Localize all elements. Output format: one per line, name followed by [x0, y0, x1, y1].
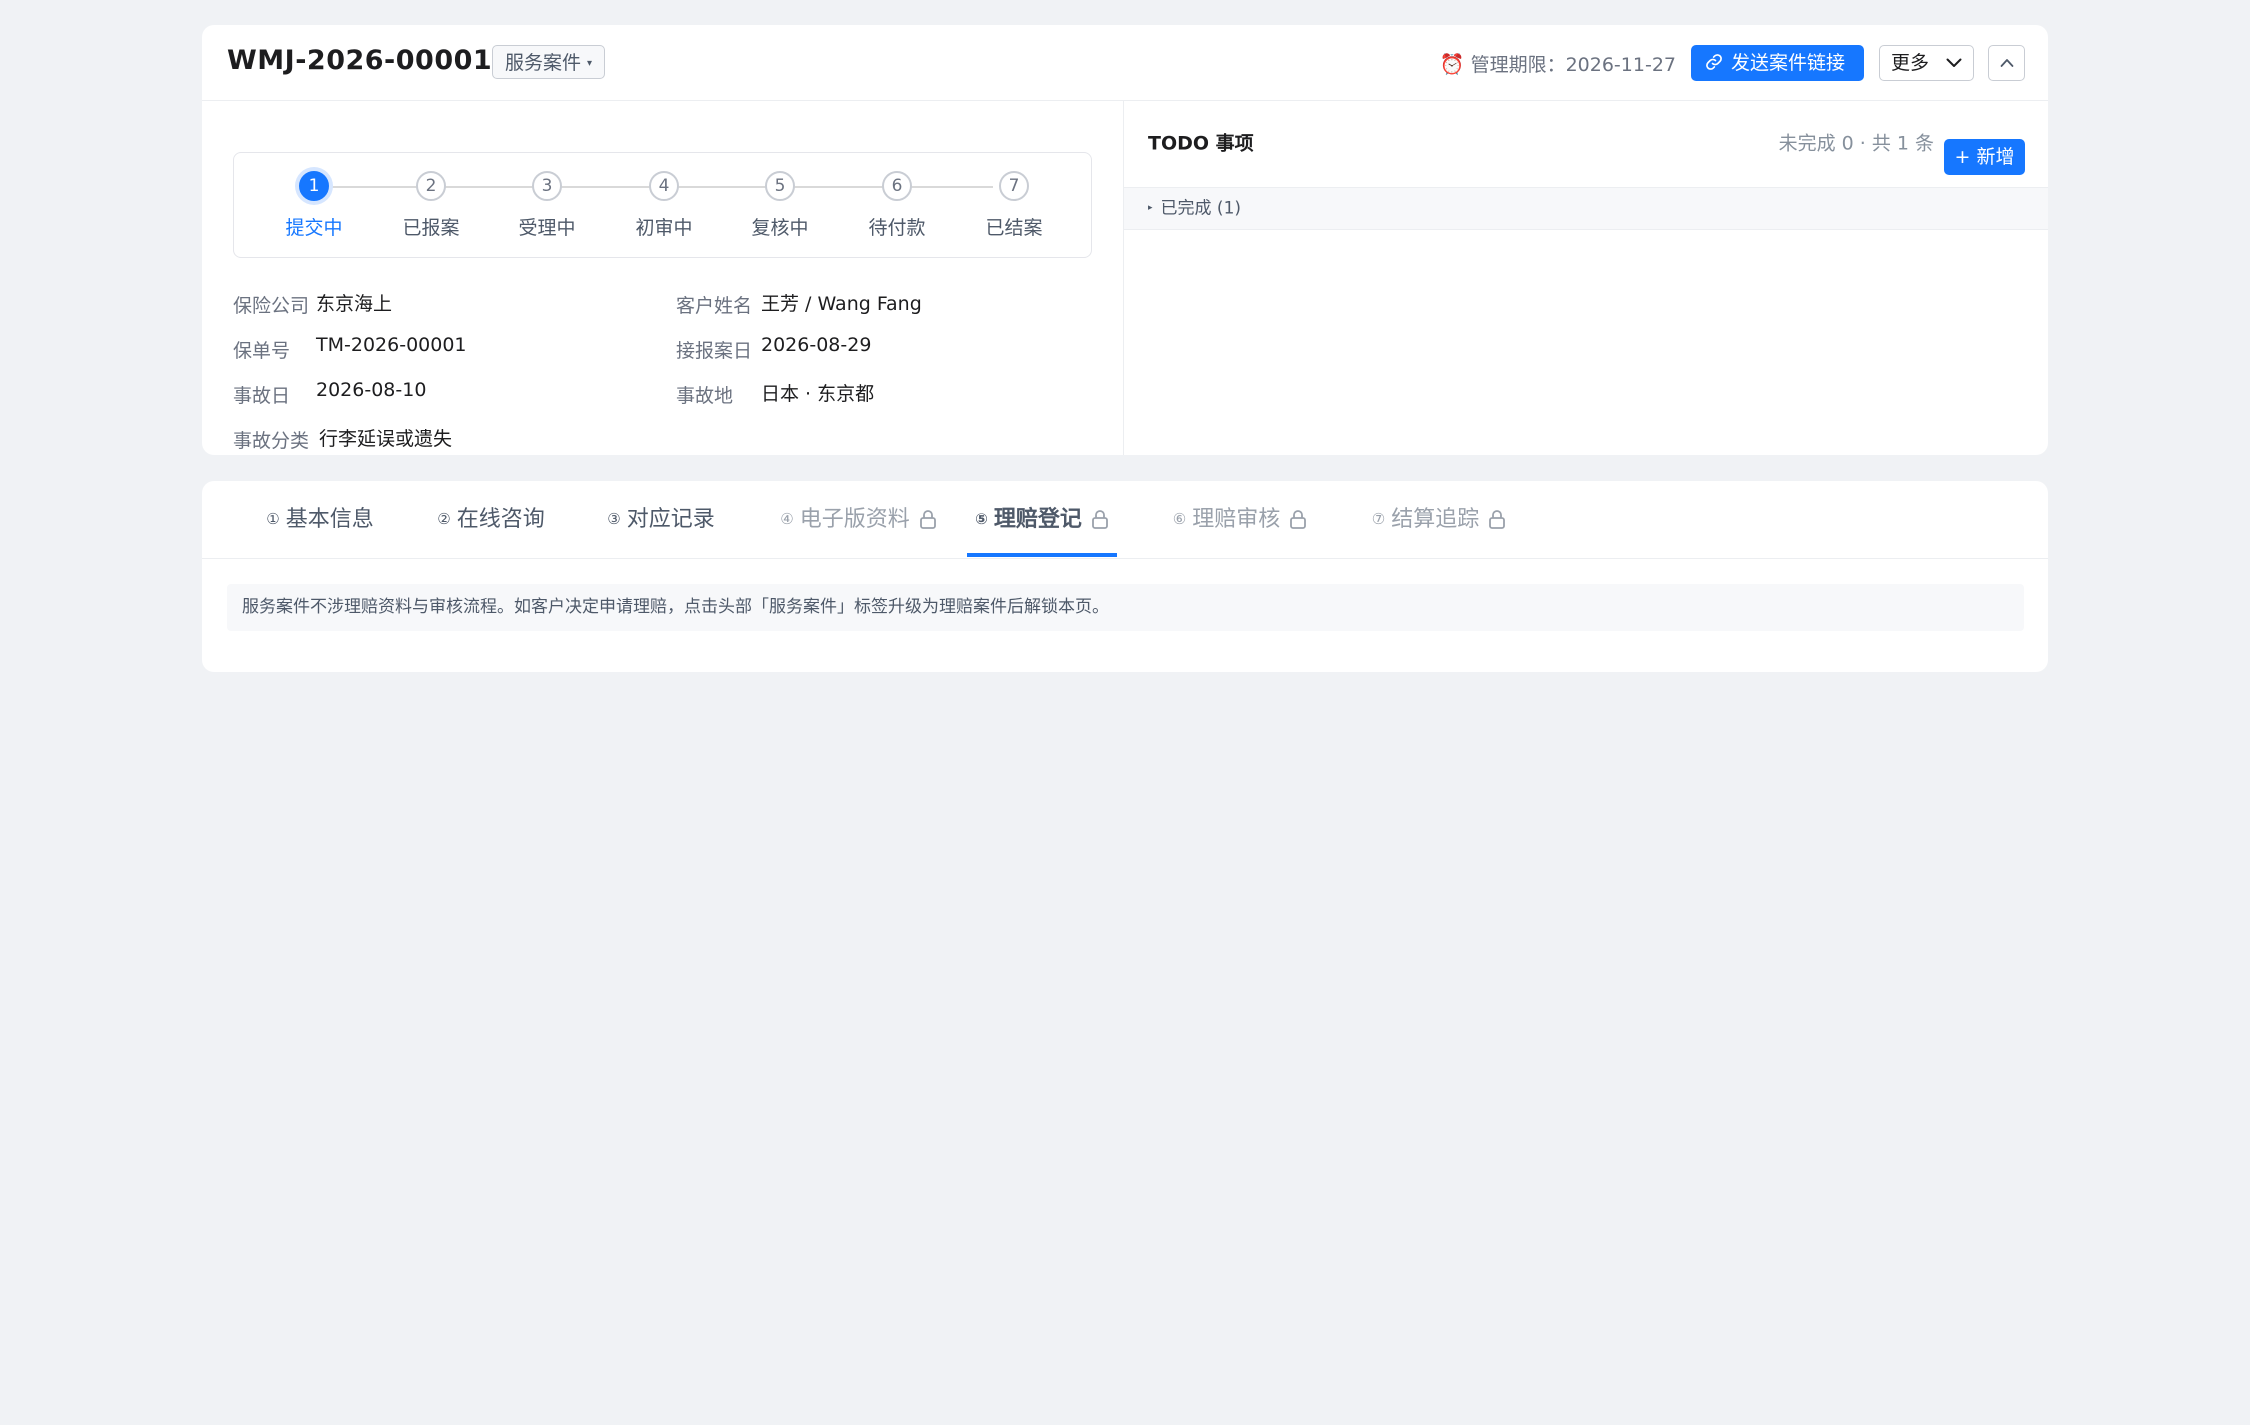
- field-value: 日本 · 东京都: [761, 383, 875, 405]
- step-label: 已报案: [402, 217, 460, 239]
- step-6: 6 待付款: [847, 171, 947, 240]
- tab-label: 基本信息: [285, 507, 374, 532]
- todo-count: 未完成 0 · 共 1 条: [1778, 132, 1934, 155]
- tab-label: 在线咨询: [456, 507, 545, 532]
- completed-todo-label: 已完成 (1): [1160, 198, 1242, 219]
- step-3: 3 受理中: [497, 171, 597, 240]
- tab-settlement-tracking[interactable]: ⑦ 结算追踪: [1364, 481, 1514, 559]
- field-value: 行李延误或遗失: [319, 428, 453, 450]
- caret-down-icon: ▾: [587, 57, 593, 69]
- tab-label: 对应记录: [626, 507, 715, 532]
- lock-icon: [919, 485, 937, 561]
- send-case-link-label: 发送案件链接: [1731, 52, 1846, 74]
- field-value: 2026-08-10: [316, 379, 427, 401]
- tab-claim-review[interactable]: ⑥ 理赔审核: [1165, 481, 1315, 559]
- tab-claim-registration[interactable]: ⑤ 理赔登记: [967, 481, 1117, 559]
- field-value: 东京海上: [316, 293, 393, 315]
- more-label: 更多: [1891, 52, 1930, 74]
- caret-right-icon: ▸: [1148, 203, 1153, 213]
- step-label: 已结案: [985, 217, 1043, 239]
- chevron-up-icon: [2000, 59, 2014, 67]
- case-tabbar: ① 基本信息 ② 在线咨询 ③ 对应记录 ④ 电子版资料 ⑤ 理赔登记 ⑥ 理赔审核 ⑦ 结算…: [202, 481, 2048, 559]
- step-7: 7 已结案: [964, 171, 1064, 240]
- step-number: 2: [416, 171, 446, 201]
- step-number: 3: [532, 171, 562, 201]
- step-2: 2 已报案: [381, 171, 481, 240]
- send-case-link-button[interactable]: 发送案件链接: [1691, 45, 1864, 81]
- tab-number: ②: [437, 510, 451, 528]
- field-value: TM-2026-00001: [316, 334, 467, 356]
- field-label: 保单号: [233, 340, 291, 362]
- field-label: 事故地: [676, 385, 734, 407]
- case-tabs-card: ① 基本信息 ② 在线咨询 ③ 对应记录 ④ 电子版资料 ⑤ 理赔登记 ⑥ 理赔审核 ⑦ 结算…: [202, 481, 2048, 672]
- deadline-text: 管理期限：2026-11-27: [1470, 54, 1676, 76]
- completed-todo-group[interactable]: ▸ 已完成 (1): [1124, 187, 2048, 230]
- tab-number: ⑥: [1172, 510, 1187, 528]
- tab-label: 理赔审核: [1192, 507, 1281, 532]
- step-label: 复核中: [751, 217, 809, 239]
- active-tab-indicator: [967, 553, 1117, 557]
- tab-label: 结算追踪: [1391, 507, 1480, 532]
- case-header-card: WMJ-2026-00001 服务案件 ▾ ⏰ 管理期限：2026-11-27 发送…: [202, 25, 2048, 455]
- field-label: 接报案日: [676, 340, 753, 362]
- case-type-label: 服务案件: [505, 52, 582, 74]
- field-label: 保险公司: [233, 295, 310, 317]
- step-label: 待付款: [868, 217, 926, 239]
- step-label: 提交中: [285, 217, 343, 239]
- progress-steps: 1 提交中 2 已报案 3 受理中 4 初审中 5 复核中 6 待付款 7 已结…: [233, 152, 1092, 258]
- tab-number: ③: [607, 510, 621, 528]
- tab-online-consult[interactable]: ② 在线咨询: [431, 481, 551, 559]
- tab-number: ①: [266, 510, 280, 528]
- tab-response-records[interactable]: ③ 对应记录: [601, 481, 721, 559]
- lock-icon: [1488, 485, 1506, 561]
- step-number: 5: [765, 171, 795, 201]
- step-number: 7: [999, 171, 1029, 201]
- todo-panel: TODO 事项 未完成 0 · 共 1 条 + 新增 ▸ 已完成 (1): [1124, 101, 2048, 455]
- tab-number: ⑤: [975, 510, 988, 528]
- field-label: 事故日: [233, 385, 291, 407]
- case-topbar: WMJ-2026-00001 服务案件 ▾ ⏰ 管理期限：2026-11-27 发送…: [202, 25, 2048, 101]
- case-type-tag[interactable]: 服务案件 ▾: [492, 45, 606, 79]
- tab-electronic-documents[interactable]: ④ 电子版资料: [771, 481, 946, 559]
- service-case-notice: 服务案件不涉理赔资料与审核流程。如客户决定申请理赔，点击头部「服务案件」标签升级…: [227, 584, 2024, 631]
- field-value: 王芳 / Wang Fang: [761, 293, 922, 315]
- step-number: 4: [649, 171, 679, 201]
- step-number: 6: [882, 171, 912, 201]
- collapse-button[interactable]: [1988, 45, 2025, 81]
- lock-icon: [1091, 485, 1109, 561]
- step-number: 1: [299, 171, 329, 201]
- chevron-down-icon: [1946, 58, 1962, 67]
- step-label: 受理中: [518, 217, 576, 239]
- tab-number: ④: [780, 510, 794, 528]
- alarm-clock-icon: ⏰: [1439, 52, 1465, 76]
- more-dropdown-button[interactable]: 更多: [1879, 45, 1974, 81]
- lock-icon: [1289, 485, 1307, 561]
- tab-label: 电子版资料: [799, 507, 910, 532]
- tab-basic-info[interactable]: ① 基本信息: [260, 481, 380, 559]
- link-icon: [1706, 54, 1722, 70]
- step-5: 5 复核中: [730, 171, 830, 240]
- field-label: 事故分类: [233, 430, 310, 452]
- step-1: 1 提交中: [264, 171, 364, 240]
- case-id-title: WMJ-2026-00001: [227, 45, 493, 76]
- case-summary-panel: 1 提交中 2 已报案 3 受理中 4 初审中 5 复核中 6 待付款 7 已结…: [202, 101, 1124, 455]
- field-value: 2026-08-29: [761, 334, 872, 356]
- tab-label: 理赔登记: [993, 507, 1082, 532]
- add-todo-button[interactable]: + 新增: [1944, 139, 2025, 175]
- step-4: 4 初审中: [614, 171, 714, 240]
- tab-number: ⑦: [1371, 510, 1386, 528]
- management-deadline: ⏰ 管理期限：2026-11-27: [1440, 49, 1676, 80]
- step-label: 初审中: [635, 217, 693, 239]
- todo-title: TODO 事项: [1148, 132, 1254, 155]
- field-label: 客户姓名: [676, 295, 753, 317]
